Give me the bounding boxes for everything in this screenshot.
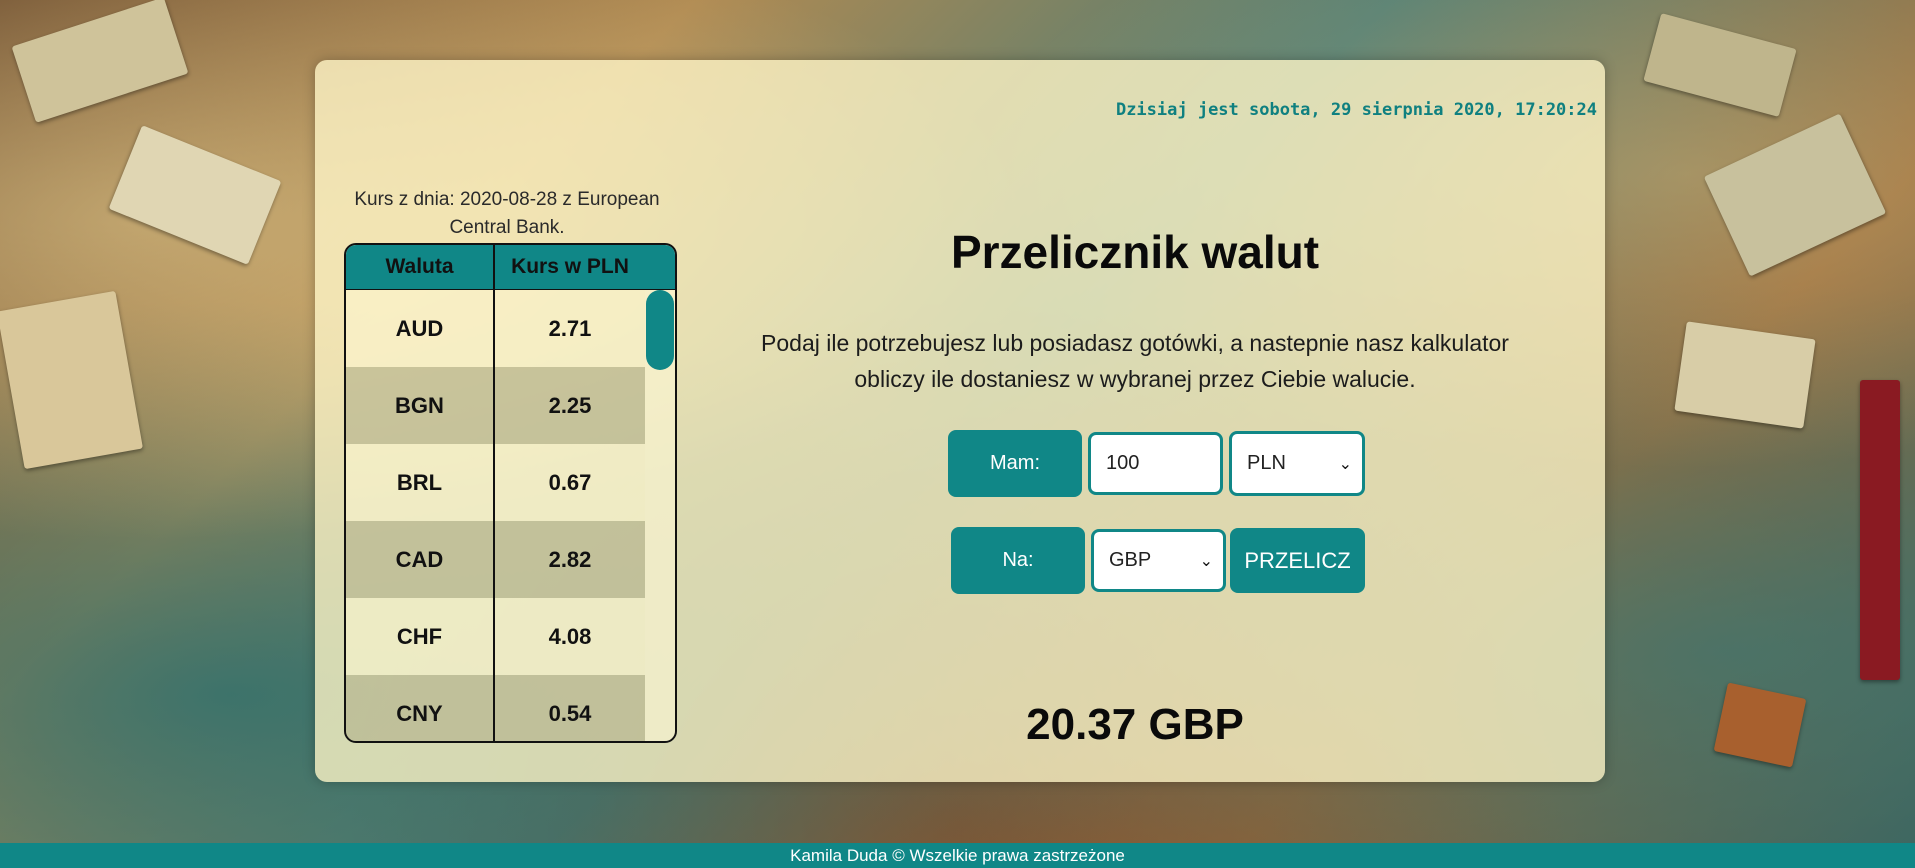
table-row: AUD 2.71	[346, 290, 645, 367]
currency-rate: 4.08	[548, 623, 592, 649]
exchange-rates-table: Waluta Kurs w PLN AUD 2.71 BGN 2.25 BRL …	[344, 243, 677, 743]
background-banknote	[1643, 13, 1797, 117]
background-banknote	[1713, 682, 1807, 768]
header-rate: Kurs w PLN	[511, 255, 629, 278]
currency-rate: 0.54	[548, 700, 592, 726]
currency-code: CAD	[346, 521, 495, 598]
currency-rate: 2.71	[548, 315, 592, 341]
currency-code: CHF	[346, 598, 495, 675]
currency-rate: 0.67	[548, 469, 592, 495]
background-banknote	[11, 0, 189, 123]
table-scrollbar[interactable]	[645, 290, 675, 741]
rates-caption: Kurs z dnia: 2020-08-28 z European Centr…	[354, 189, 660, 238]
currency-code: BGN	[346, 367, 495, 444]
currency-code: CNY	[346, 675, 495, 741]
to-currency-value: GBP	[1109, 549, 1152, 571]
from-currency-select[interactable]: PLN ⌄	[1229, 431, 1365, 496]
page-title: Przelicznik walut	[950, 226, 1320, 278]
converter-panel: Dzisiaj jest sobota, 29 sierpnia 2020, 1…	[315, 60, 1605, 782]
background-banknote	[0, 290, 143, 470]
amount-input[interactable]: 100	[1088, 432, 1223, 495]
scrollbar-thumb[interactable]	[646, 290, 674, 370]
conversion-result: 20.37 GBP	[1026, 700, 1244, 749]
header-currency: Waluta	[346, 245, 495, 289]
current-date-time: Dzisiaj jest sobota, 29 sierpnia 2020, 1…	[1115, 100, 1597, 120]
table-body[interactable]: AUD 2.71 BGN 2.25 BRL 0.67 CAD 2.82 CHF …	[346, 290, 675, 741]
background-banknote	[1860, 380, 1900, 680]
currency-rate: 2.25	[548, 392, 592, 418]
currency-code: AUD	[346, 290, 495, 367]
from-currency-value: PLN	[1247, 452, 1286, 474]
table-header: Waluta Kurs w PLN	[346, 245, 675, 290]
background-banknote	[108, 125, 282, 265]
convert-button[interactable]: PRZELICZ	[1230, 528, 1365, 593]
chevron-down-icon: ⌄	[1338, 455, 1352, 473]
table-row: CHF 4.08	[346, 598, 645, 675]
table-row: BGN 2.25	[346, 367, 645, 444]
converter-description: Podaj ile potrzebujesz lub posiadasz got…	[761, 330, 1509, 392]
background-banknote	[1703, 113, 1887, 277]
table-row: CNY 0.54	[346, 675, 645, 741]
to-currency-select[interactable]: GBP ⌄	[1091, 529, 1226, 592]
have-label: Mam:	[948, 430, 1082, 497]
table-row: CAD 2.82	[346, 521, 645, 598]
table-row: BRL 0.67	[346, 444, 645, 521]
currency-code: BRL	[346, 444, 495, 521]
currency-rate: 2.82	[548, 546, 592, 572]
chevron-down-icon: ⌄	[1199, 552, 1213, 570]
background-banknote	[1674, 321, 1816, 429]
to-label: Na:	[951, 527, 1085, 594]
footer: Kamila Duda © Wszelkie prawa zastrzeżone	[0, 843, 1915, 868]
